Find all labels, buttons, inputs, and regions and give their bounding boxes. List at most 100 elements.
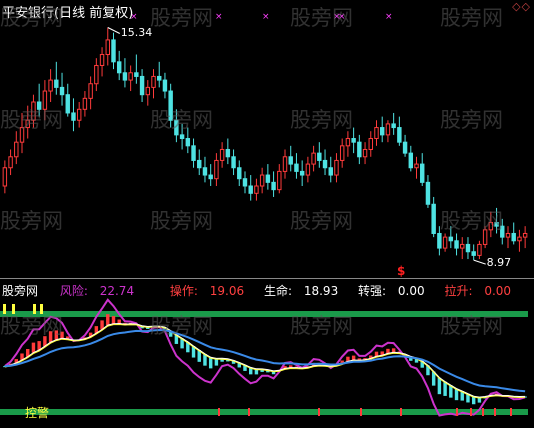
- candle-body: [179, 134, 185, 140]
- top-marker: ×: [385, 12, 393, 22]
- candle-body: [225, 148, 231, 158]
- candle-body: [345, 138, 351, 147]
- candle-body: [2, 167, 8, 187]
- candle-body: [402, 141, 408, 154]
- watermark-text: 股旁网: [150, 108, 213, 132]
- candle-body: [277, 170, 282, 191]
- indicator-name: 股旁网: [2, 284, 39, 298]
- watermark-text: 股旁网: [0, 314, 63, 338]
- bottom-tick-marker: [494, 408, 496, 416]
- candle-body: [197, 159, 202, 169]
- candle-body: [317, 152, 322, 161]
- candle-body: [202, 167, 208, 176]
- indicator-bar: [31, 342, 36, 353]
- candle-body: [420, 163, 425, 183]
- bottom-tick-marker: [470, 408, 472, 416]
- candle-body: [294, 163, 299, 172]
- candle-body: [437, 232, 442, 249]
- bottom-tick-marker: [248, 408, 250, 416]
- candle-body: [328, 167, 333, 176]
- indicator-info-bar: 股旁网 风险: 22.74 操作: 19.06 生命: 18.93 转强: 0.…: [2, 282, 527, 299]
- candle-body: [505, 232, 511, 238]
- candle-body: [351, 138, 356, 143]
- candle-body: [511, 232, 516, 242]
- watermark-text: 股旁网: [150, 6, 213, 30]
- candle-body: [414, 163, 419, 169]
- watermark-text: 股旁网: [0, 108, 63, 132]
- candle-body: [265, 174, 271, 183]
- candle-body: [299, 170, 305, 176]
- candle-body: [231, 156, 236, 169]
- candle-body: [271, 181, 276, 191]
- life-value: 18.93: [303, 284, 339, 298]
- strong-value: 0.00: [397, 284, 425, 298]
- candle-body: [191, 145, 196, 161]
- candle-body: [259, 174, 265, 187]
- watermark-text: 股旁网: [440, 108, 503, 132]
- signal-marker: $: [397, 264, 406, 278]
- candle-body: [248, 185, 253, 194]
- bottom-tick-marker: [218, 408, 220, 416]
- watermark-text: 股旁网: [150, 209, 213, 233]
- candle-body: [465, 243, 471, 253]
- life-readout: 生命: 18.93: [264, 284, 346, 298]
- indicator-bar: [351, 355, 356, 361]
- strong-readout: 转强: 0.00: [358, 284, 433, 298]
- candle-body: [385, 123, 391, 136]
- candle-body: [431, 203, 436, 234]
- indicator-bar: [208, 357, 213, 369]
- candle-body: [8, 156, 13, 169]
- lift-label: 拉升:: [444, 284, 473, 298]
- candle-body: [242, 178, 248, 187]
- candle-body: [408, 152, 414, 169]
- candle-body: [134, 72, 139, 77]
- bottom-tick-marker: [318, 408, 320, 416]
- op-value: 19.06: [209, 284, 245, 298]
- lift-value: 0.00: [484, 284, 512, 298]
- candle-body: [122, 72, 128, 81]
- candle-body: [517, 236, 522, 242]
- bottom-tick-marker: [360, 408, 362, 416]
- lift-readout: 拉升: 0.00: [444, 284, 519, 298]
- candle-body: [71, 112, 76, 121]
- op-readout: 操作: 19.06: [170, 284, 252, 298]
- bottom-tick-marker: [400, 408, 402, 416]
- candle-body: [14, 141, 19, 158]
- candle-body: [214, 159, 219, 180]
- candle-body: [454, 240, 459, 249]
- corner-diamond-icons[interactable]: ◇◇: [512, 0, 531, 13]
- candle-body: [48, 79, 53, 92]
- strong-label: 转强:: [358, 284, 387, 298]
- bottom-tick-marker: [456, 408, 458, 416]
- candle-body: [219, 148, 225, 161]
- candle-body: [322, 159, 328, 169]
- risk-label: 风险:: [59, 284, 88, 298]
- candle-body: [288, 156, 293, 165]
- candle-body: [357, 141, 362, 158]
- watermark-text: 股旁网: [440, 6, 503, 30]
- candle-body: [254, 185, 259, 194]
- low-price-label: 8.97: [486, 256, 512, 270]
- candle-body: [157, 75, 162, 81]
- watermark-text: 股旁网: [290, 209, 353, 233]
- watermark-text: 股旁网: [150, 314, 213, 338]
- candle-body: [425, 181, 431, 205]
- watermark-text: 股旁网: [0, 6, 63, 30]
- candle-body: [305, 163, 311, 176]
- watermark-text: 股旁网: [290, 108, 353, 132]
- top-marker: ×: [262, 12, 270, 22]
- watermark-text: 股旁网: [440, 209, 503, 233]
- life-label: 生命:: [263, 284, 293, 298]
- bottom-tick-marker: [482, 408, 484, 416]
- indicator-bar: [437, 377, 442, 395]
- candle-body: [368, 138, 373, 150]
- candle-body: [339, 145, 345, 161]
- candle-body: [362, 148, 368, 158]
- watermark-text: 股旁网: [0, 209, 63, 233]
- candle-body: [237, 167, 242, 180]
- candle-body: [111, 39, 116, 63]
- candle-body: [54, 79, 59, 88]
- bottom-warning-label: 控警: [25, 406, 50, 420]
- candle-body: [151, 75, 156, 88]
- candle-body: [82, 97, 88, 110]
